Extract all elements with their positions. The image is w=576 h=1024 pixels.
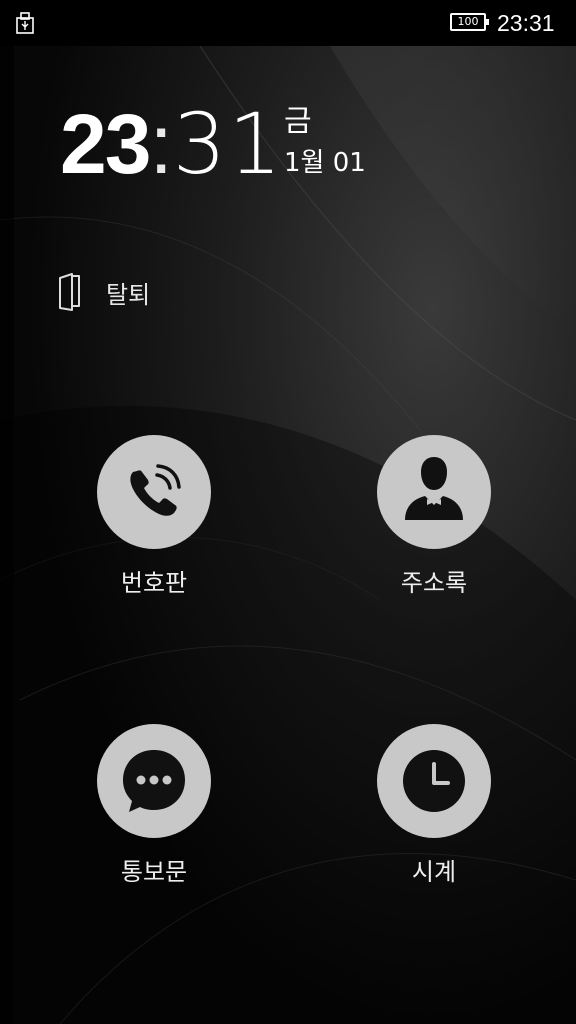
status-bar: 100 23:31 — [0, 0, 576, 46]
phone-icon — [130, 464, 181, 516]
app-clock[interactable]: 시계 — [354, 724, 514, 888]
lock-screen: 100 23:31 23:31 금 1월 01 탈퇴 번호판 주소록 통보문 시… — [0, 0, 576, 1024]
app-dialer-circle[interactable] — [97, 435, 211, 549]
status-time: 23:31 — [497, 10, 555, 36]
clock-colon: : — [149, 97, 173, 191]
app-clock-circle[interactable] — [377, 724, 491, 838]
app-contacts-circle[interactable] — [377, 435, 491, 549]
battery-icon: 100 — [450, 13, 489, 31]
clock-hour: 23 — [60, 97, 151, 191]
battery-level: 100 — [457, 15, 479, 28]
day-of-week: 금 — [284, 104, 312, 139]
app-contacts[interactable]: 주소록 — [354, 435, 514, 599]
door-exit-icon — [59, 273, 80, 311]
exit-label: 탈퇴 — [106, 280, 151, 309]
lock-clock: 23:31 — [60, 96, 284, 192]
usb-storage-icon — [16, 12, 34, 34]
app-messages[interactable]: 통보문 — [74, 724, 234, 888]
clock-minute: 31 — [172, 95, 284, 193]
message-bubble-icon — [123, 750, 185, 812]
app-messages-circle[interactable] — [97, 724, 211, 838]
exit-button[interactable]: 탈퇴 — [56, 270, 150, 314]
date-label: 1월 01 — [284, 148, 366, 178]
app-contacts-label: 주소록 — [400, 569, 468, 597]
app-dialer[interactable]: 번호판 — [74, 435, 234, 599]
app-clock-label: 시계 — [411, 858, 457, 886]
app-messages-label: 통보문 — [120, 858, 188, 886]
contact-person-icon — [405, 457, 463, 520]
app-dialer-label: 번호판 — [120, 569, 188, 597]
clock-icon — [403, 750, 465, 812]
